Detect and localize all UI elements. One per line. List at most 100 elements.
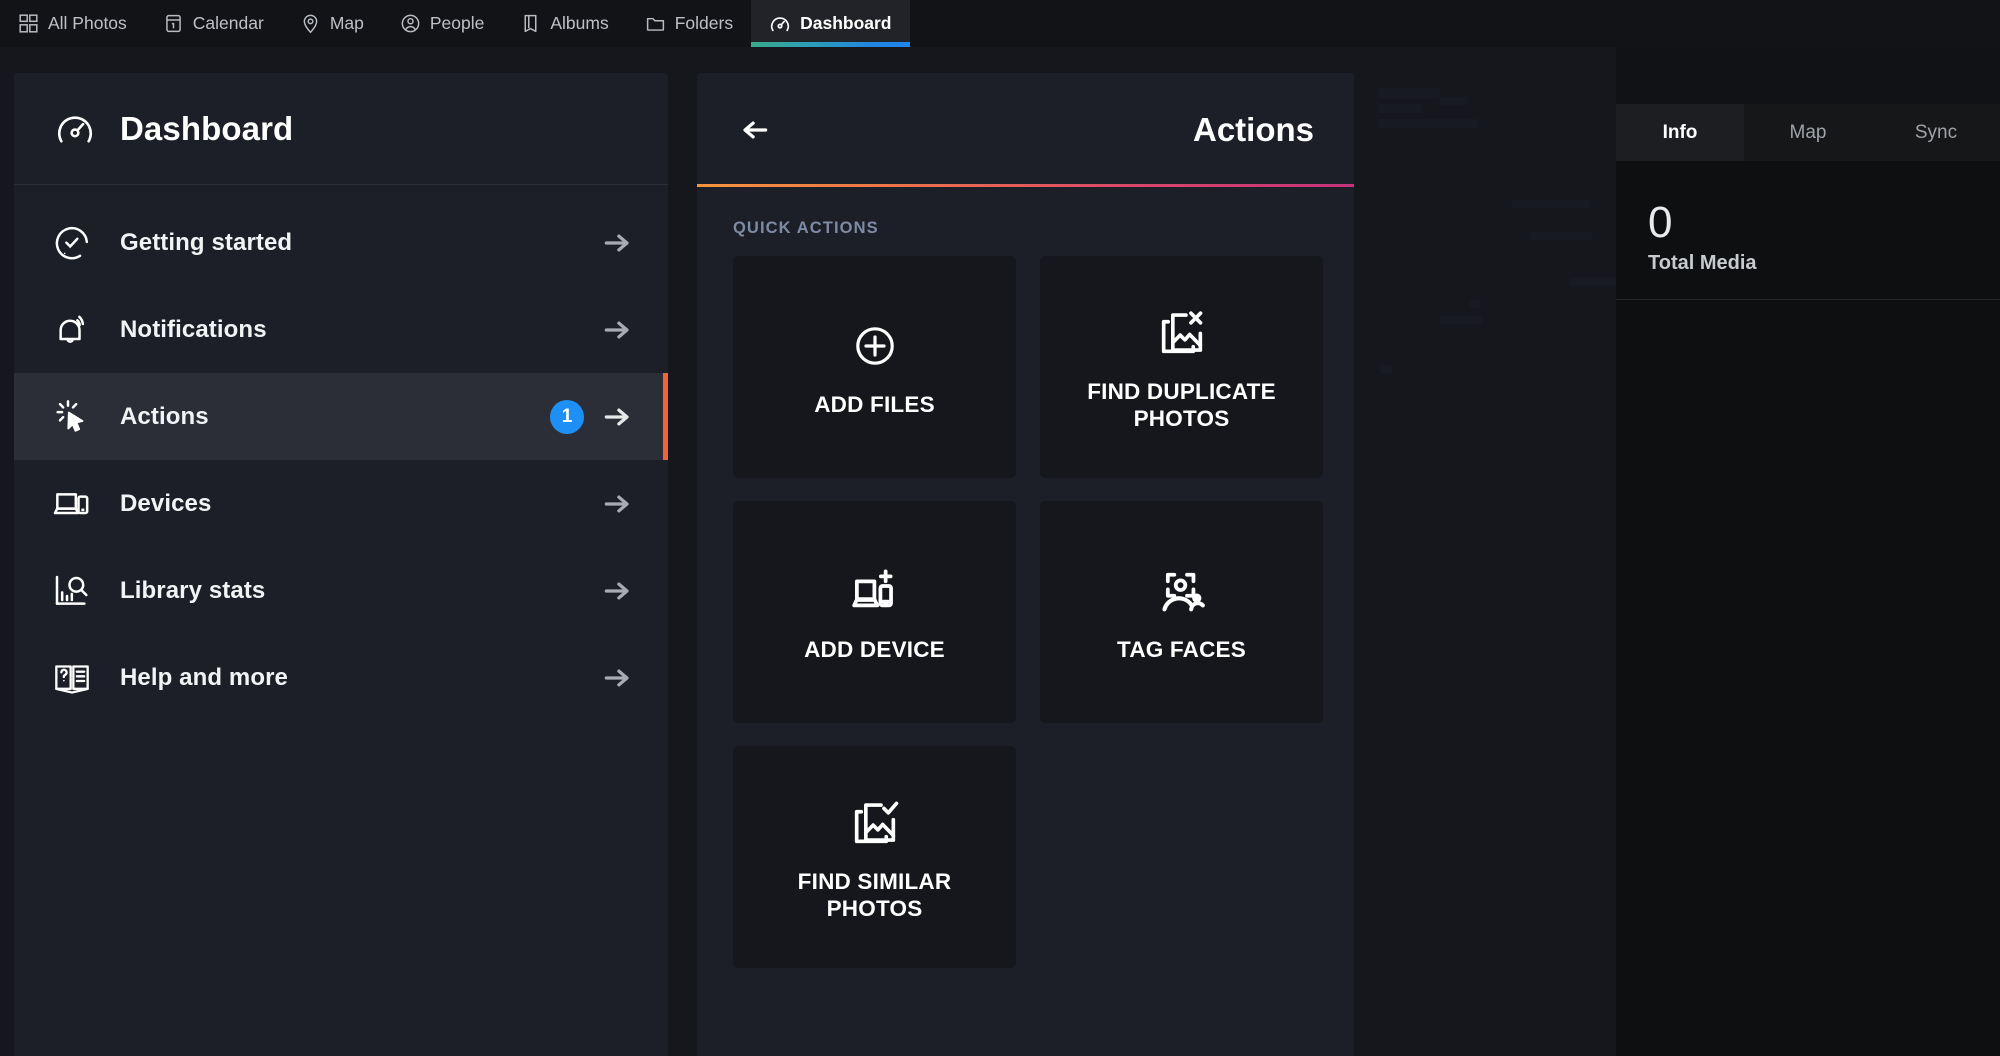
action-card-tag-faces[interactable]: TAG FACES: [1040, 501, 1323, 723]
background-decoration: [1378, 119, 1478, 128]
arrow-right-icon: [600, 489, 634, 519]
total-media-value: 0: [1648, 198, 1673, 247]
background-decoration: [1470, 300, 1480, 308]
nav-tab-map[interactable]: Map: [282, 0, 382, 47]
nav-tab-dashboard[interactable]: Dashboard: [751, 0, 910, 47]
device-plus-icon: [850, 560, 900, 622]
sidebar-item-label: Devices: [120, 489, 212, 517]
arrow-right-icon: [600, 663, 634, 693]
info-panel-topbar: [1616, 47, 2000, 104]
click-icon: [52, 397, 100, 437]
action-card-label: TAG FACES: [1117, 637, 1246, 663]
face-tag-icon: [1157, 560, 1207, 622]
info-panel-content: 0 Total Media: [1616, 161, 2000, 275]
person-icon: [400, 13, 421, 34]
image-x-icon: [1157, 302, 1207, 364]
nav-tab-label: People: [429, 13, 485, 33]
action-card-label: ADD FILES: [814, 392, 935, 418]
arrow-right-icon: [600, 228, 634, 258]
info-side-panel: Info Map Sync 0 Total Media: [1616, 47, 2000, 1056]
action-card-find-duplicate-photos[interactable]: FIND DUPLICATE PHOTOS: [1040, 256, 1323, 478]
gauge-icon: [769, 13, 791, 35]
sidebar-item-label: Getting started: [120, 228, 293, 256]
app-root: All Photos Calendar Map People Albums Fo…: [0, 0, 2000, 1056]
sidebar-item-label: Notifications: [120, 315, 267, 343]
dashboard-panel: Dashboard Getting started Notifications …: [14, 73, 668, 1056]
arrow-right-icon: [600, 402, 634, 432]
action-card-add-files[interactable]: ADD FILES: [733, 256, 1016, 478]
background-decoration: [1530, 232, 1592, 240]
action-card-add-device[interactable]: ADD DEVICE: [733, 501, 1016, 723]
action-card-label: FIND DUPLICATE PHOTOS: [1087, 378, 1276, 431]
back-button[interactable]: [737, 115, 773, 145]
album-icon: [520, 13, 541, 34]
nav-tab-label: Albums: [550, 13, 609, 33]
quick-actions-grid: ADD FILES FIND DUPLICATE PHOTOS ADD DEVI…: [733, 256, 1323, 968]
sidebar-item-label: Actions: [120, 402, 209, 430]
sidebar-item-help-and-more[interactable]: Help and more: [14, 634, 668, 721]
nav-tab-label: All Photos: [48, 13, 127, 33]
background-decoration: [1440, 97, 1468, 105]
nav-tab-all-photos[interactable]: All Photos: [0, 0, 145, 47]
tab-sync[interactable]: Sync: [1872, 104, 2000, 161]
tab-label: Info: [1662, 121, 1698, 143]
info-panel-divider: [1616, 299, 2000, 300]
plus-circle-icon: [851, 315, 899, 377]
action-card-find-similar-photos[interactable]: FIND SIMILAR PHOTOS: [733, 746, 1016, 968]
sidebar-item-devices[interactable]: Devices: [14, 460, 668, 547]
sidebar-item-library-stats[interactable]: Library stats: [14, 547, 668, 634]
book-help-icon: [52, 658, 100, 698]
check-circle-icon: [52, 223, 100, 263]
status-badge: 1: [550, 399, 584, 434]
nav-tab-label: Dashboard: [800, 13, 892, 33]
actions-panel: Actions QUICK ACTIONS ADD FILES FIND DUP…: [697, 73, 1354, 1056]
dashboard-panel-header: Dashboard: [14, 73, 668, 185]
actions-panel-header: Actions: [697, 73, 1354, 187]
arrow-left-icon: [737, 115, 773, 145]
background-decoration: [1378, 104, 1422, 113]
bell-icon: [52, 310, 100, 350]
background-decoration: [1380, 365, 1392, 374]
folder-icon: [645, 13, 666, 34]
sidebar-item-label: Help and more: [120, 663, 288, 691]
nav-tab-label: Map: [329, 13, 364, 33]
stats-icon: [52, 571, 100, 611]
sidebar-item-actions[interactable]: Actions 1: [14, 373, 668, 460]
action-card-label: ADD DEVICE: [804, 637, 945, 663]
total-media-label: Total Media: [1648, 252, 1757, 274]
active-tab-underline: [751, 42, 910, 47]
selection-accent-bar: [663, 373, 668, 460]
page-title: Dashboard: [120, 109, 294, 147]
tab-label: Map: [1789, 121, 1827, 143]
nav-tab-calendar[interactable]: Calendar: [145, 0, 282, 47]
sidebar-item-notifications[interactable]: Notifications: [14, 286, 668, 373]
nav-tab-label: Calendar: [192, 13, 264, 33]
pin-icon: [300, 13, 321, 34]
actions-panel-title: Actions: [1192, 111, 1314, 148]
nav-tab-albums[interactable]: Albums: [502, 0, 626, 47]
tab-label: Sync: [1914, 121, 1958, 143]
sidebar-item-label: Library stats: [120, 576, 266, 604]
gauge-icon: [54, 108, 96, 150]
dashboard-menu-list: Getting started Notifications Actions 1 …: [14, 185, 668, 721]
quick-actions-label: QUICK ACTIONS: [733, 219, 879, 237]
top-navigation-bar: All Photos Calendar Map People Albums Fo…: [0, 0, 2000, 47]
background-decoration: [1512, 200, 1590, 208]
action-card-label: FIND SIMILAR PHOTOS: [797, 868, 952, 921]
arrow-right-icon: [600, 576, 634, 606]
arrow-right-icon: [600, 315, 634, 345]
nav-tab-label: Folders: [674, 13, 734, 33]
background-decoration: [1440, 316, 1482, 324]
background-decoration: [1570, 278, 1618, 286]
actions-panel-body: QUICK ACTIONS ADD FILES FIND DUPLICATE P…: [697, 187, 1354, 1056]
grid-icon: [18, 13, 39, 34]
nav-tab-folders[interactable]: Folders: [627, 0, 751, 47]
tab-info[interactable]: Info: [1616, 104, 1744, 161]
sidebar-item-getting-started[interactable]: Getting started: [14, 199, 668, 286]
image-check-icon: [850, 792, 900, 854]
calendar-icon: [163, 13, 184, 34]
tab-map[interactable]: Map: [1744, 104, 1872, 161]
background-decoration: [1378, 88, 1440, 98]
nav-tab-people[interactable]: People: [382, 0, 503, 47]
info-panel-tabs: Info Map Sync: [1616, 104, 2000, 161]
